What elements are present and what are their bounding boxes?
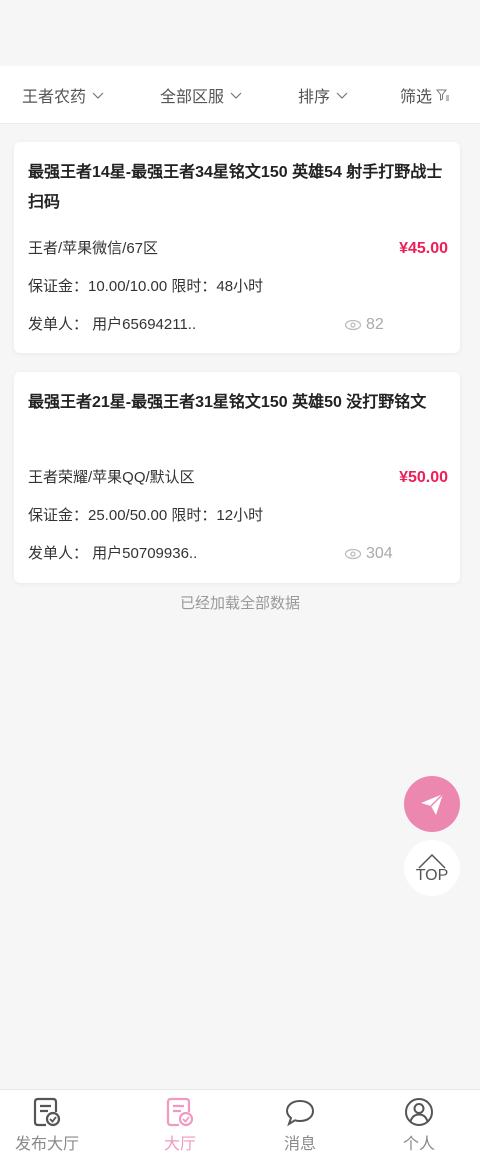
order-title: 最强王者14星-最强王者34星铭文150 英雄54 射手打野战士扫码 xyxy=(28,164,443,211)
order-server: 王者荣耀/苹果QQ/默认区 xyxy=(28,469,195,486)
order-views-count: 82 xyxy=(366,316,384,333)
order-deposit: 保证金：25.00/50.00 限时：12小时 xyxy=(28,507,264,524)
filter-game-label: 王者农药 xyxy=(22,89,87,106)
paper-plane-icon xyxy=(421,793,444,815)
filter-bar: 王者农药 全部区服 排序 筛选 xyxy=(0,66,480,124)
tab-profile[interactable]: 个人 xyxy=(379,1090,459,1163)
chevron-down-icon xyxy=(336,92,348,99)
eye-icon xyxy=(344,548,362,560)
top-blank-area xyxy=(0,0,480,66)
filter-server-label: 全部区服 xyxy=(160,89,225,106)
order-views-count: 304 xyxy=(366,545,393,562)
order-views: 82 xyxy=(344,315,384,335)
tab-label: 大厅 xyxy=(163,1136,196,1153)
tab-label: 个人 xyxy=(402,1136,435,1153)
filter-server[interactable]: 全部区服 xyxy=(160,66,242,124)
hall-doc-icon xyxy=(166,1097,194,1127)
chevron-down-icon xyxy=(92,92,104,99)
chevron-down-icon xyxy=(230,92,242,99)
user-icon xyxy=(405,1098,433,1126)
tab-hall[interactable]: 大厅 xyxy=(140,1090,220,1163)
back-to-top-label: TOP xyxy=(415,867,449,884)
filter-game[interactable]: 王者农药 xyxy=(22,66,104,124)
filter-sort-label: 排序 xyxy=(298,89,331,106)
eye-icon xyxy=(344,319,362,331)
back-to-top-button[interactable]: TOP xyxy=(404,840,460,896)
order-price: ¥50.00 xyxy=(399,469,448,486)
tab-label: 发布大厅 xyxy=(14,1136,79,1153)
order-card[interactable]: 最强王者21星-最强王者31星铭文150 英雄50 没打野铭文 王者荣耀/苹果Q… xyxy=(14,372,460,583)
order-title: 最强王者21星-最强王者31星铭文150 英雄50 没打野铭文 xyxy=(28,394,427,411)
tab-label: 消息 xyxy=(283,1136,316,1153)
order-price: ¥45.00 xyxy=(399,240,448,257)
order-publisher: 发单人： 用户65694211.. xyxy=(28,316,197,333)
filter-screen[interactable]: 筛选 xyxy=(400,66,450,124)
filter-sort[interactable]: 排序 xyxy=(298,66,348,124)
order-card[interactable]: 最强王者14星-最强王者34星铭文150 英雄54 射手打野战士扫码 王者/苹果… xyxy=(14,142,460,353)
tab-messages[interactable]: 消息 xyxy=(260,1090,340,1163)
chat-bubble-icon xyxy=(285,1099,315,1127)
filter-screen-label: 筛选 xyxy=(400,89,433,106)
order-server: 王者/苹果微信/67区 xyxy=(28,240,159,257)
filter-funnel-icon xyxy=(436,89,450,101)
tab-publish-hall[interactable]: 发布大厅 xyxy=(7,1090,87,1163)
loaded-all-text: 已经加载全部数据 xyxy=(179,595,300,612)
order-views: 304 xyxy=(344,544,393,564)
bottom-tab-bar: 发布大厅 大厅 消息 个人 xyxy=(0,1089,480,1163)
order-publisher: 发单人： 用户50709936.. xyxy=(28,545,198,562)
publish-doc-icon xyxy=(33,1097,61,1127)
publish-fab-button[interactable] xyxy=(404,776,460,832)
order-deposit: 保证金：10.00/10.00 限时：48小时 xyxy=(28,278,264,295)
